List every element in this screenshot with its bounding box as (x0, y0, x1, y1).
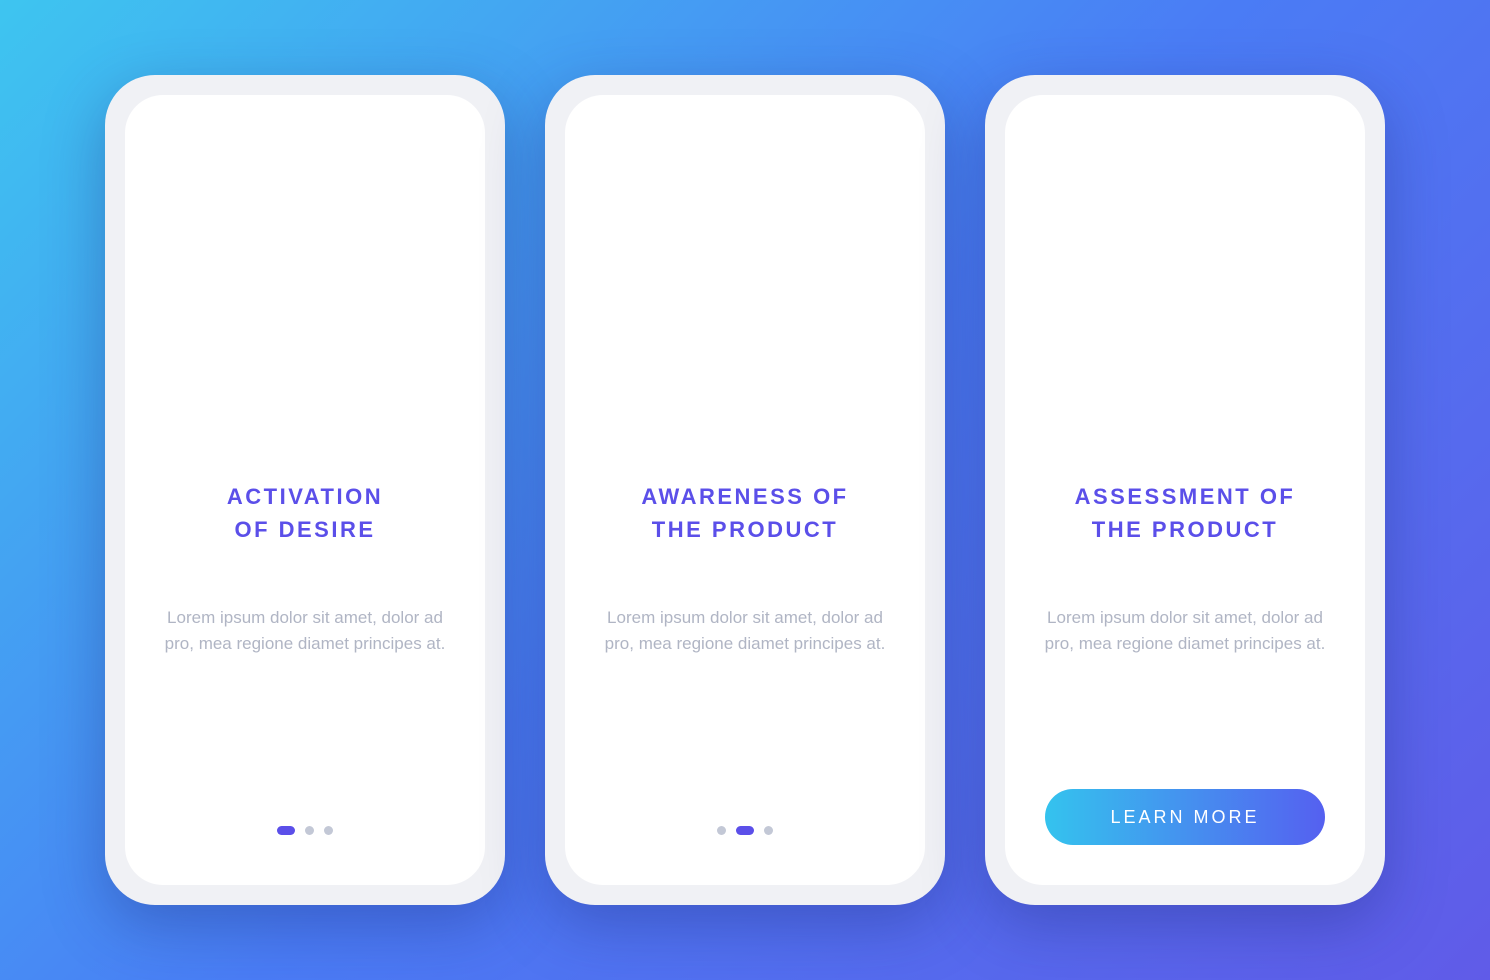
screen-description: Lorem ipsum dolor sit amet, dolor ad pro… (600, 605, 890, 658)
dot-3[interactable] (324, 826, 333, 835)
dot-2[interactable] (305, 826, 314, 835)
assessment-illustration-icon (1045, 145, 1325, 425)
screen-title: AWARENESS OF THE PRODUCT (641, 480, 848, 550)
onboarding-phone-2: AWARENESS OF THE PRODUCT Lorem ipsum dol… (545, 75, 945, 905)
onboarding-phone-3: ASSESSMENT OF THE PRODUCT Lorem ipsum do… (985, 75, 1385, 905)
screen-description: Lorem ipsum dolor sit amet, dolor ad pro… (160, 605, 450, 658)
awareness-illustration-icon (605, 145, 885, 425)
pagination-dots (717, 826, 773, 845)
onboarding-phone-1: ACTIVATION OF DESIRE Lorem ipsum dolor s… (105, 75, 505, 905)
dot-1[interactable] (717, 826, 726, 835)
screen-title: ASSESSMENT OF THE PRODUCT (1075, 480, 1296, 550)
dot-3[interactable] (764, 826, 773, 835)
screen-title: ACTIVATION OF DESIRE (227, 480, 383, 550)
dot-2[interactable] (736, 826, 754, 835)
onboarding-screen-2: AWARENESS OF THE PRODUCT Lorem ipsum dol… (565, 95, 925, 885)
screen-description: Lorem ipsum dolor sit amet, dolor ad pro… (1040, 605, 1330, 658)
pagination-dots (277, 826, 333, 845)
dot-1[interactable] (277, 826, 295, 835)
onboarding-screen-1: ACTIVATION OF DESIRE Lorem ipsum dolor s… (125, 95, 485, 885)
desire-illustration-icon (165, 145, 445, 425)
onboarding-screen-3: ASSESSMENT OF THE PRODUCT Lorem ipsum do… (1005, 95, 1365, 885)
learn-more-button[interactable]: LEARN MORE (1045, 789, 1325, 845)
